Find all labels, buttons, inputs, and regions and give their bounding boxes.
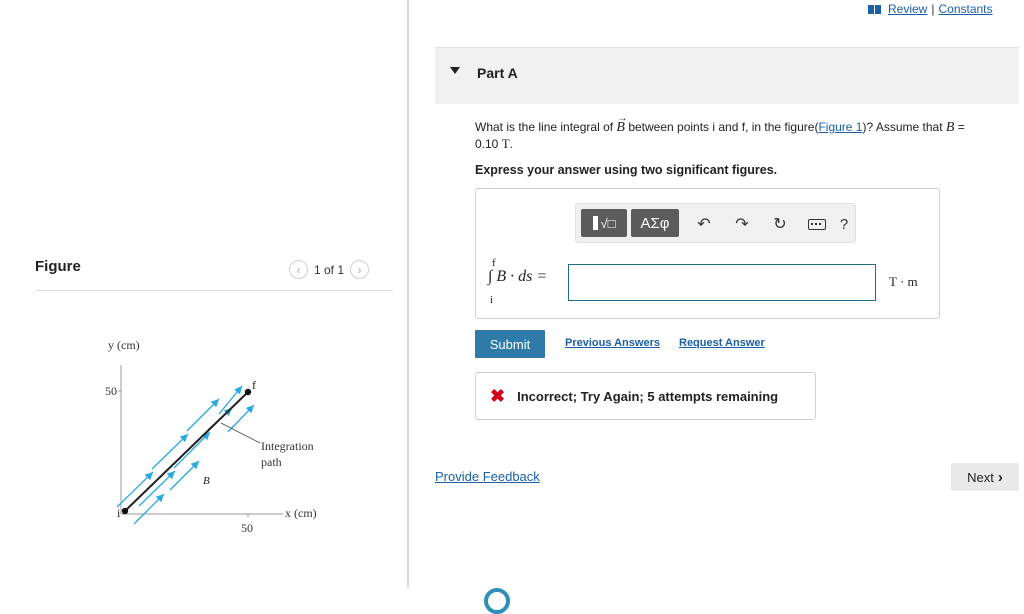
constants-link[interactable]: Constants xyxy=(938,2,992,16)
part-title: Part A xyxy=(477,65,518,81)
figure-pager: ‹ 1 of 1 › xyxy=(289,260,370,279)
provide-feedback-link[interactable]: Provide Feedback xyxy=(435,469,540,484)
figure-next-button[interactable]: › xyxy=(350,260,370,279)
question-mid: between points i and f, in the figure( xyxy=(628,120,819,134)
feedback-message: ✖ Incorrect; Try Again; 5 attempts remai… xyxy=(475,372,816,420)
y-axis-label: y (cm) xyxy=(108,338,140,352)
math-toolbar: √□ ΑΣφ ↶ ↷ ↻ ? xyxy=(575,203,856,243)
integration-path xyxy=(124,391,249,512)
answer-unit: T · m xyxy=(889,274,918,289)
request-answer-link[interactable]: Request Answer xyxy=(679,337,765,349)
question-end: . xyxy=(509,137,513,151)
start-point xyxy=(121,507,129,515)
figure-divider xyxy=(35,290,393,291)
x-mark-icon: ✖ xyxy=(490,385,506,406)
field-arrow xyxy=(227,404,255,433)
figure-diagram: y (cm) 50 50 x (cm) i f B Integration pa… xyxy=(105,338,317,535)
figure-page-count: 1 of 1 xyxy=(314,262,345,277)
integral-expression: ∫ B · ds = xyxy=(488,268,548,285)
figure-panel: Figure ‹ 1 of 1 › y (cm) 50 50 x (cm) i … xyxy=(0,0,407,598)
path-label-line1: Integration xyxy=(261,439,314,453)
integral-label: f ∫ B · ds = i xyxy=(488,257,568,309)
figure-link[interactable]: Figure 1 xyxy=(818,120,862,134)
field-label: B xyxy=(203,475,210,487)
previous-answers-link[interactable]: Previous Answers xyxy=(565,337,660,349)
top-links: Review | Constants xyxy=(868,2,993,16)
field-arrow xyxy=(186,398,220,432)
answer-instructions: Express your answer using two significan… xyxy=(475,163,778,177)
chevron-right-icon: › xyxy=(357,262,362,277)
vector-b: → B xyxy=(616,113,628,135)
question-pre: What is the line integral of xyxy=(475,120,614,134)
review-link[interactable]: Review xyxy=(888,2,927,16)
next-label: Next xyxy=(967,469,994,485)
figure-title: Figure xyxy=(35,258,81,275)
feedback-text: Incorrect; Try Again; 5 attempts remaini… xyxy=(517,388,779,404)
reset-icon[interactable]: ↻ xyxy=(768,212,792,236)
b-symbol: B xyxy=(945,120,955,135)
chevron-left-icon: ‹ xyxy=(296,262,301,277)
x-tick-label: 50 xyxy=(241,521,253,535)
answer-input[interactable] xyxy=(568,264,876,301)
field-arrow xyxy=(173,431,211,469)
part-header[interactable]: Part A xyxy=(435,47,1019,104)
keyboard-icon[interactable] xyxy=(805,212,829,236)
template-button[interactable]: √□ xyxy=(581,209,627,237)
next-button[interactable]: Next › xyxy=(951,463,1019,491)
fraction-sqrt-template-icon: √□ xyxy=(592,216,616,231)
integration-path-leader xyxy=(220,422,261,444)
field-arrow xyxy=(151,433,189,470)
caret-down-icon xyxy=(450,67,460,74)
chevron-right-icon: › xyxy=(997,468,1003,486)
question-text: What is the line integral of → B between … xyxy=(475,113,1020,152)
redo-icon[interactable]: ↷ xyxy=(730,212,754,236)
equals-sign: = xyxy=(957,120,965,134)
book-icon xyxy=(868,4,881,14)
integral-lower-limit: i xyxy=(490,294,494,306)
figure-prev-button[interactable]: ‹ xyxy=(289,260,308,279)
submit-button[interactable]: Submit xyxy=(475,330,545,358)
b-unit: T xyxy=(501,136,510,151)
greek-symbols-button[interactable]: ΑΣφ xyxy=(631,209,679,237)
path-label-line2: path xyxy=(261,455,282,469)
b-value: 0.10 xyxy=(475,137,499,151)
end-point-label: f xyxy=(252,378,256,392)
logo-icon xyxy=(484,588,510,614)
undo-icon[interactable]: ↶ xyxy=(692,212,716,236)
help-button[interactable]: ? xyxy=(832,212,856,236)
field-arrow xyxy=(169,460,200,491)
answer-area: √□ ΑΣφ ↶ ↷ ↻ ? f ∫ B · ds = i T · m xyxy=(475,188,940,319)
y-tick-label: 50 xyxy=(105,384,117,398)
x-axis-label: x (cm) xyxy=(285,506,317,520)
panel-divider xyxy=(407,0,409,588)
start-point-label: i xyxy=(117,506,121,520)
question-post: )? Assume that xyxy=(862,120,943,134)
end-point xyxy=(244,388,252,396)
link-separator: | xyxy=(931,2,935,16)
